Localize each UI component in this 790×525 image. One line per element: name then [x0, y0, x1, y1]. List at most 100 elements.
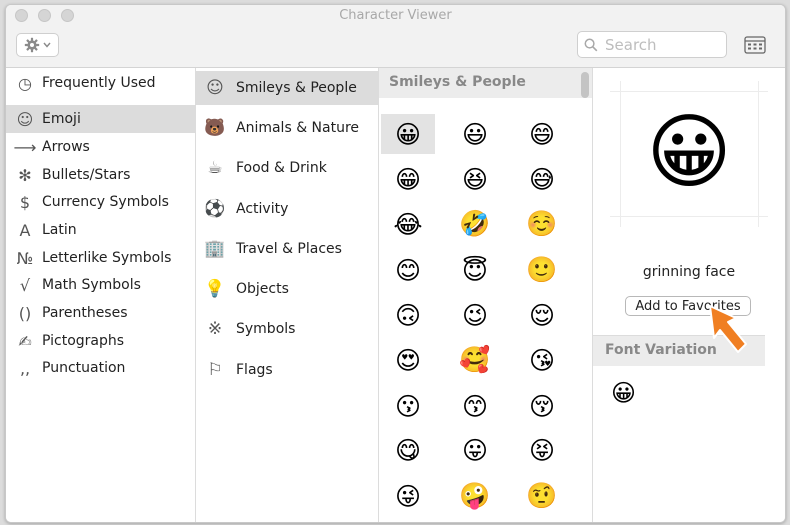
category-food-drink[interactable]: ☕ Food & Drink [196, 151, 378, 185]
sidebar-item-pictographs[interactable]: ✍ Pictographs [6, 327, 195, 355]
emoji-cell[interactable]: 😆 [448, 159, 502, 199]
category-label: Flags [236, 362, 273, 378]
punctuation-icon: ‚, [19, 358, 31, 378]
glyph-preview: 😀 [610, 81, 768, 227]
emoji-cell[interactable]: ☺️ [515, 204, 569, 244]
emoji-cell[interactable]: 😝 [515, 430, 569, 470]
category-sidebar: ◷ Frequently Used ☺ Emoji ⟶ Arrows ✻ Bul… [6, 68, 196, 522]
emoji-cell[interactable]: 😍 [381, 340, 435, 380]
keyboard-viewer-icon [744, 36, 766, 54]
category-label: Objects [236, 281, 289, 297]
sidebar-item-label: Latin [42, 222, 77, 238]
soccer-ball-icon: ⚽ [204, 199, 226, 219]
sidebar-item-label: Frequently Used [42, 75, 156, 91]
category-activity[interactable]: ⚽ Activity [196, 192, 378, 226]
emoji-cell[interactable]: 😄 [515, 114, 569, 154]
settings-menu-button[interactable] [16, 33, 59, 57]
emoji-cell[interactable]: 😅 [515, 159, 569, 199]
emoji-grid-header-label: Smileys & People [389, 74, 526, 90]
font-variation-glyph[interactable]: 😀 [611, 379, 636, 407]
building-icon: 🏢 [204, 239, 226, 259]
search-icon [584, 38, 598, 52]
emoji-cell[interactable]: 😃 [448, 114, 502, 154]
emoji-cell[interactable]: 🤪 [448, 476, 502, 516]
sidebar-item-letterlike-symbols[interactable]: № Letterlike Symbols [6, 244, 195, 272]
emoji-grid-panel: Smileys & People 😀 😃 😄 😁 😆 😅 😂 🤣 ☺️ 😊 😇 … [379, 68, 593, 522]
sidebar-item-frequently-used[interactable]: ◷ Frequently Used [6, 69, 195, 97]
character-preview-panel: 😀 grinning face Add to Favorites Font Va… [593, 68, 785, 522]
category-label: Food & Drink [236, 160, 327, 176]
title-bar: Character Viewer Search [6, 5, 785, 68]
sidebar-item-label: Letterlike Symbols [42, 250, 172, 266]
emoji-cell[interactable]: 🙃 [381, 295, 435, 335]
star-icon: ✻ [18, 165, 32, 185]
category-travel-places[interactable]: 🏢 Travel & Places [196, 232, 378, 266]
emoji-cell[interactable]: 😘 [515, 340, 569, 380]
category-label: Animals & Nature [236, 120, 360, 136]
emoji-cell[interactable]: 🥰 [448, 340, 502, 380]
numero-icon: № [16, 248, 34, 268]
sidebar-item-label: Currency Symbols [42, 194, 169, 210]
clock-icon: ◷ [18, 73, 32, 93]
emoji-cell[interactable]: 😁 [381, 159, 435, 199]
sidebar-item-parentheses[interactable]: () Parentheses [6, 299, 195, 327]
emoji-cell[interactable]: 🤣 [448, 204, 502, 244]
bear-icon: 🐻 [204, 118, 226, 138]
writing-hand-icon: ✍ [18, 331, 32, 351]
emoji-cell[interactable]: 😗 [381, 386, 435, 426]
emoji-cell[interactable]: 😜 [381, 476, 435, 516]
smiley-icon: ☺ [16, 109, 34, 129]
sidebar-item-label: Arrows [42, 139, 90, 155]
font-variation-title: Font Variation [605, 342, 717, 358]
emoji-grid-scrollbar[interactable] [581, 72, 589, 98]
flag-icon: ⚐ [207, 360, 223, 380]
emoji-cell[interactable]: 😇 [448, 250, 502, 290]
emoji-category-list: ☺ Smileys & People 🐻 Animals & Nature ☕ … [196, 68, 379, 522]
dollar-icon: $ [19, 192, 31, 212]
emoji-cell[interactable]: 🤨 [515, 476, 569, 516]
sidebar-item-currency-symbols[interactable]: $ Currency Symbols [6, 188, 195, 216]
sidebar-item-math-symbols[interactable]: √ Math Symbols [6, 271, 195, 299]
search-placeholder: Search [605, 36, 657, 54]
sidebar-item-punctuation[interactable]: ‚, Punctuation [6, 354, 195, 382]
category-symbols[interactable]: ※ Symbols [196, 312, 378, 346]
parentheses-icon: () [18, 303, 32, 323]
coffee-cup-icon: ☕ [207, 158, 223, 178]
symbols-icon: ※ [207, 319, 223, 339]
category-flags[interactable]: ⚐ Flags [196, 353, 378, 387]
sidebar-item-latin[interactable]: A Latin [6, 216, 195, 244]
square-root-icon: √ [19, 275, 31, 295]
category-objects[interactable]: 💡 Objects [196, 272, 378, 306]
keyboard-viewer-button[interactable] [744, 35, 766, 55]
guide-line [610, 216, 768, 217]
category-label: Activity [236, 201, 289, 217]
emoji-cell[interactable]: 😛 [448, 430, 502, 470]
emoji-cell[interactable]: 🙂 [515, 250, 569, 290]
emoji-cell[interactable]: 😚 [515, 386, 569, 426]
category-smileys-people[interactable]: ☺ Smileys & People [196, 71, 378, 105]
preview-glyph: 😀 [646, 105, 732, 200]
category-animals-nature[interactable]: 🐻 Animals & Nature [196, 111, 378, 145]
annotation-arrow-icon [709, 305, 747, 353]
arrow-icon: ⟶ [13, 137, 37, 157]
sidebar-item-emoji[interactable]: ☺ Emoji [6, 105, 195, 133]
category-label: Symbols [236, 321, 296, 337]
emoji-cell[interactable]: 😂 [381, 204, 435, 244]
emoji-cell[interactable]: 😌 [515, 295, 569, 335]
gear-icon [24, 37, 40, 53]
character-viewer-window: Character Viewer Search ◷ Frequently Use… [5, 4, 786, 523]
emoji-cell[interactable]: 😊 [381, 250, 435, 290]
sidebar-item-bullets-stars[interactable]: ✻ Bullets/Stars [6, 161, 195, 189]
sidebar-item-label: Parentheses [42, 305, 128, 321]
search-field[interactable]: Search [577, 31, 727, 58]
lightbulb-icon: 💡 [204, 279, 226, 299]
sidebar-item-arrows[interactable]: ⟶ Arrows [6, 133, 195, 161]
emoji-cell[interactable]: 😀 [381, 114, 435, 154]
sidebar-item-label: Punctuation [42, 360, 126, 376]
guide-line [610, 91, 768, 92]
category-label: Travel & Places [236, 241, 342, 257]
emoji-cell[interactable]: 😉 [448, 295, 502, 335]
emoji-cell[interactable]: 😋 [381, 430, 435, 470]
emoji-cell[interactable]: 😙 [448, 386, 502, 426]
emoji-grid-header: Smileys & People [379, 68, 592, 98]
